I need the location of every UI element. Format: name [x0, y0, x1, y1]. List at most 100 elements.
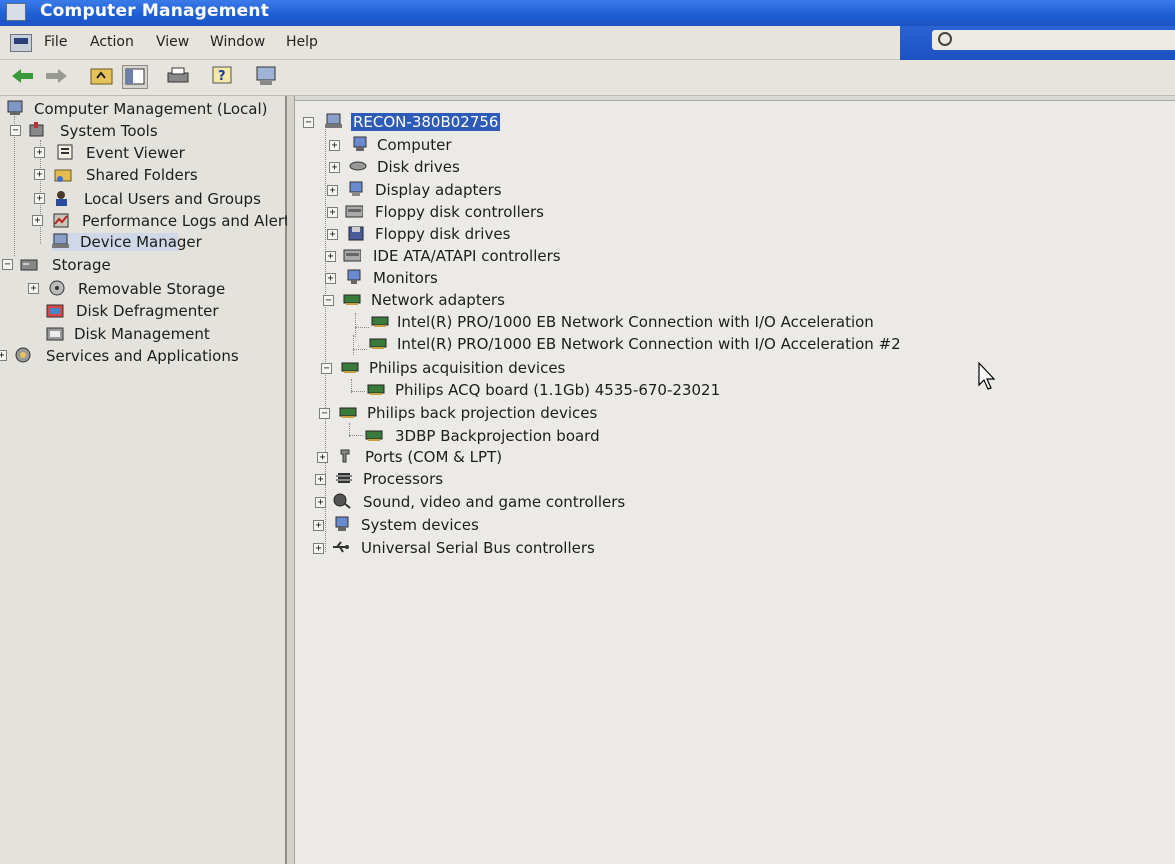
- device-manager-icon: [52, 233, 69, 248]
- expand-toggle[interactable]: +: [325, 273, 336, 284]
- expand-toggle[interactable]: +: [313, 543, 324, 554]
- menu-file[interactable]: File: [44, 34, 67, 50]
- tree-label: Floppy disk controllers: [375, 203, 544, 221]
- back-arrow-icon[interactable]: [12, 68, 34, 84]
- tree-label: System devices: [361, 516, 479, 534]
- tree-line: [351, 391, 365, 392]
- tree-label: Sound, video and game controllers: [363, 493, 626, 511]
- tree-label: Ports (COM & LPT): [365, 448, 503, 466]
- tree-line: [349, 435, 363, 436]
- tree-label: Services and Applications: [46, 347, 239, 365]
- collapse-toggle[interactable]: −: [321, 363, 332, 374]
- tree-label: 3DBP Backprojection board: [395, 427, 600, 445]
- pane-splitter[interactable]: [287, 96, 295, 864]
- expand-toggle[interactable]: +: [325, 251, 336, 262]
- title-bar: Computer Management: [0, 0, 1175, 26]
- expand-toggle[interactable]: +: [34, 169, 45, 180]
- floppy-drive-icon: [348, 226, 364, 241]
- acquisition-board-icon: [367, 384, 385, 395]
- expand-toggle[interactable]: +: [32, 215, 43, 226]
- menu-action[interactable]: Action: [90, 34, 134, 50]
- computer-icon: [325, 113, 342, 128]
- tree-label: Computer: [377, 136, 452, 154]
- tree-label: Processors: [363, 470, 444, 488]
- tree-label: Display adapters: [375, 181, 502, 199]
- tree-label: Universal Serial Bus controllers: [361, 539, 595, 557]
- expand-toggle[interactable]: +: [315, 497, 326, 508]
- menu-view[interactable]: View: [156, 34, 189, 50]
- mdi-restore-icon[interactable]: [938, 32, 952, 46]
- tree-label: Intel(R) PRO/1000 EB Network Connection …: [397, 335, 901, 353]
- tree-line: [355, 313, 356, 337]
- tree-label: Computer Management (Local): [34, 100, 268, 118]
- tree-label: Network adapters: [371, 291, 505, 309]
- expand-toggle[interactable]: +: [329, 140, 340, 151]
- expand-toggle[interactable]: +: [0, 350, 7, 361]
- forward-arrow-icon[interactable]: [46, 68, 68, 84]
- tree-label: Philips back projection devices: [367, 404, 598, 422]
- up-folder-icon[interactable]: [90, 64, 114, 86]
- tree-label: Philips ACQ board (1.1Gb) 4535-670-23021: [395, 381, 721, 399]
- tree-label: Device Manager: [80, 233, 202, 251]
- tree-label: Disk Defragmenter: [76, 302, 219, 320]
- expand-toggle[interactable]: +: [327, 229, 338, 240]
- network-card-icon: [371, 316, 389, 327]
- collapse-toggle[interactable]: −: [323, 295, 334, 306]
- print-icon[interactable]: [166, 66, 190, 86]
- disk-management-icon: [46, 327, 64, 341]
- show-hide-tree-button[interactable]: [122, 65, 148, 89]
- menu-help[interactable]: Help: [286, 34, 318, 50]
- disk-defragmenter-icon: [46, 304, 64, 318]
- collapse-toggle[interactable]: −: [319, 408, 330, 419]
- tree-line: [355, 327, 369, 328]
- tree-label: Local Users and Groups: [84, 190, 261, 208]
- tree-label: Intel(R) PRO/1000 EB Network Connection …: [397, 313, 874, 331]
- monitor-icon: [347, 269, 361, 284]
- collapse-toggle[interactable]: −: [2, 259, 13, 270]
- tree-item-device-manager[interactable]: Device Manager: [52, 233, 202, 251]
- expand-toggle[interactable]: +: [28, 283, 39, 294]
- collapse-toggle[interactable]: −: [10, 125, 21, 136]
- tree-line: [353, 335, 354, 355]
- computer-management-icon: [6, 3, 26, 21]
- system-tools-icon: [29, 122, 44, 137]
- mdi-system-icon[interactable]: [10, 34, 32, 52]
- users-icon: [56, 191, 67, 206]
- tree-label: Performance Logs and Alerts: [82, 212, 298, 230]
- tree-line: [14, 116, 15, 256]
- tree-label: IDE ATA/ATAPI controllers: [373, 247, 561, 265]
- network-adapter-icon: [343, 294, 361, 305]
- network-card-icon: [369, 338, 387, 349]
- ide-controller-icon: [343, 249, 361, 262]
- tree-label: Shared Folders: [86, 166, 198, 184]
- collapse-toggle[interactable]: −: [303, 117, 314, 128]
- floppy-controller-icon: [345, 205, 363, 218]
- expand-toggle[interactable]: +: [329, 162, 340, 173]
- device-tree-root-label: RECON-380B02756: [351, 113, 501, 131]
- help-icon[interactable]: ?: [210, 64, 234, 86]
- expand-toggle[interactable]: +: [327, 185, 338, 196]
- svg-text:?: ?: [218, 69, 226, 84]
- expand-toggle[interactable]: +: [313, 520, 324, 531]
- expand-toggle[interactable]: +: [34, 193, 45, 204]
- expand-toggle[interactable]: +: [315, 474, 326, 485]
- show-hide-tree-icon: [125, 68, 145, 85]
- menu-window[interactable]: Window: [210, 34, 265, 50]
- device-tree-pane[interactable]: − RECON-380B02756 + Computer + Disk driv…: [295, 100, 1175, 864]
- expand-toggle[interactable]: +: [317, 452, 328, 463]
- tree-label: Floppy disk drives: [375, 225, 511, 243]
- backprojection-board-icon: [365, 430, 383, 441]
- storage-icon: [20, 259, 38, 271]
- back-projection-device-icon: [339, 407, 357, 418]
- system-device-icon: [335, 516, 349, 531]
- tree-label: Disk drives: [377, 158, 460, 176]
- services-icon: [15, 347, 31, 363]
- tree-label: Event Viewer: [86, 144, 185, 162]
- expand-toggle[interactable]: +: [34, 147, 45, 158]
- expand-toggle[interactable]: +: [327, 207, 338, 218]
- toolbar: ?: [0, 60, 1175, 96]
- tree-label: Removable Storage: [78, 280, 226, 298]
- console-tree-pane[interactable]: Computer Management (Local) − System Too…: [0, 96, 298, 864]
- computer-properties-icon[interactable]: [254, 65, 278, 87]
- tree-line: [325, 127, 326, 552]
